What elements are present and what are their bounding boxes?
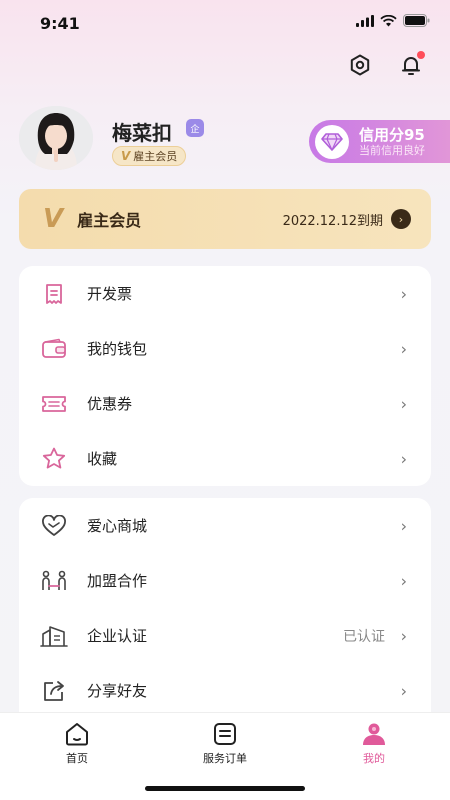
chevron-right-icon: › xyxy=(400,284,407,303)
chevron-right-icon: › xyxy=(400,339,407,358)
member-v-icon: V xyxy=(121,149,131,163)
user-icon xyxy=(363,723,385,745)
chevron-right-icon: › xyxy=(400,626,407,645)
building-icon xyxy=(39,621,69,651)
menu-item-label: 我的钱包 xyxy=(87,340,148,358)
menu-item-label: 优惠券 xyxy=(87,395,133,413)
invoice-icon xyxy=(39,279,69,309)
home-indicator xyxy=(145,786,305,791)
menu-item-label: 收藏 xyxy=(87,450,118,468)
tab-label: 我的 xyxy=(363,752,385,765)
chevron-right-icon: › xyxy=(400,449,407,468)
notification-button[interactable] xyxy=(397,51,425,79)
membership-logo: V xyxy=(43,204,64,234)
menu-item-favorites[interactable]: 收藏 › xyxy=(19,431,431,486)
home-icon xyxy=(66,723,88,746)
avatar-image xyxy=(19,106,93,170)
verification-status: 已认证 xyxy=(343,628,385,645)
menu-item-enterprise-verification[interactable]: 企业认证 已认证 › xyxy=(19,608,431,663)
membership-card[interactable]: V 雇主会员 2022.12.12到期 › xyxy=(19,189,431,249)
menu-item-label: 爱心商城 xyxy=(87,517,148,535)
tab-label: 首页 xyxy=(66,752,88,765)
wifi-icon xyxy=(380,14,397,26)
membership-arrow-icon: › xyxy=(391,209,411,229)
menu-card-services: 爱心商城 › 加盟合作 › 企业认证 已认证 › 分享好友 › xyxy=(19,498,431,728)
tab-mine[interactable]: 我的 xyxy=(334,721,414,766)
coupon-icon xyxy=(39,389,69,419)
status-time: 9:41 xyxy=(40,14,80,33)
chevron-right-icon: › xyxy=(400,394,407,413)
notification-dot xyxy=(417,51,425,59)
diamond-icon xyxy=(315,124,349,159)
partnership-icon xyxy=(39,566,69,596)
credit-status: 当前信用良好 xyxy=(359,143,425,157)
menu-item-share-friends[interactable]: 分享好友 › xyxy=(19,663,431,718)
credit-score: 信用分95 xyxy=(359,125,425,144)
tab-home[interactable]: 首页 xyxy=(37,721,117,766)
user-name: 梅菜扣 xyxy=(112,121,172,145)
membership-expiry: 2022.12.12到期 xyxy=(282,213,383,229)
chevron-right-icon: › xyxy=(400,681,407,700)
membership-title: 雇主会员 xyxy=(77,211,142,230)
star-icon xyxy=(39,444,69,474)
status-icons xyxy=(356,14,430,27)
menu-item-franchise[interactable]: 加盟合作 › xyxy=(19,553,431,608)
chevron-right-icon: › xyxy=(400,516,407,535)
heart-icon xyxy=(39,511,69,541)
settings-button[interactable] xyxy=(346,51,374,79)
chevron-right-icon: › xyxy=(400,571,407,590)
battery-icon xyxy=(403,14,430,27)
tab-orders[interactable]: 服务订单 xyxy=(185,721,265,766)
menu-item-coupons[interactable]: 优惠券 › xyxy=(19,376,431,431)
menu-item-label: 企业认证 xyxy=(87,627,148,645)
share-icon xyxy=(39,676,69,706)
menu-item-invoice[interactable]: 开发票 › xyxy=(19,266,431,321)
menu-item-label: 分享好友 xyxy=(87,682,148,700)
menu-item-label: 加盟合作 xyxy=(87,572,148,590)
menu-item-charity-mall[interactable]: 爱心商城 › xyxy=(19,498,431,553)
menu-card-account: 开发票 › 我的钱包 › 优惠券 › 收藏 › xyxy=(19,266,431,486)
enterprise-verified-badge: 企 xyxy=(186,119,204,137)
avatar[interactable] xyxy=(19,106,93,170)
tab-label: 服务订单 xyxy=(203,752,247,765)
wallet-icon xyxy=(39,334,69,364)
menu-item-label: 开发票 xyxy=(87,285,133,303)
credit-score-pill[interactable]: 信用分95 当前信用良好 xyxy=(309,120,450,163)
member-tag: V 雇主会员 xyxy=(112,146,187,166)
menu-item-wallet[interactable]: 我的钱包 › xyxy=(19,321,431,376)
orders-icon xyxy=(214,723,236,745)
member-tag-label: 雇主会员 xyxy=(133,150,178,163)
signal-icon xyxy=(356,14,374,27)
settings-icon xyxy=(350,54,370,76)
